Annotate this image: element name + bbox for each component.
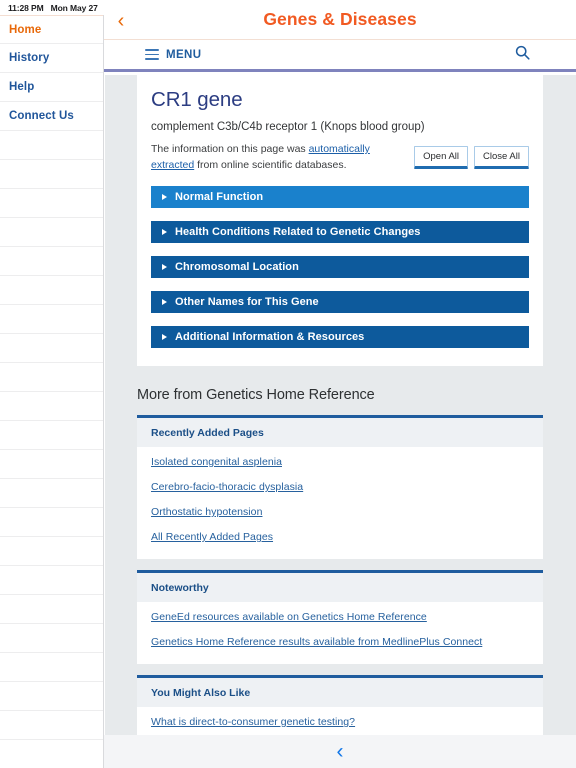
sidebar-empty-row [0,189,103,218]
block-heading: Recently Added Pages [137,418,543,448]
gene-card: CR1 gene complement C3b/C4b receptor 1 (… [137,75,543,367]
list-item[interactable]: What is direct-to-consumer genetic testi… [151,709,529,734]
list-item[interactable]: Orthostatic hypotension [151,499,529,524]
status-time: 11:28 PM [8,2,44,13]
sidebar-empty-row [0,682,103,711]
sidebar-empty-row [0,711,103,740]
sidebar-empty-row [0,508,103,537]
list-item[interactable]: Cerebro-facio-thoracic dysplasia [151,474,529,499]
info-suffix: from online scientific databases. [194,158,347,171]
sidebar: Home History Help Connect Us [0,15,104,768]
sidebar-empty-row [0,450,103,479]
block-heading: You Might Also Like [137,678,543,708]
accordion-label: Additional Information & Resources [175,331,365,344]
sidebar-item-label: Connect Us [9,110,74,122]
page-title: Genes & Diseases [263,9,417,29]
info-row: The information on this page was automat… [151,142,529,173]
status-bar-left: 11:28 PM Mon May 27 [8,3,98,13]
sidebar-item-home[interactable]: Home [0,15,103,44]
sidebar-empty-row [0,363,103,392]
close-all-button[interactable]: Close All [474,146,529,169]
info-prefix: The information on this page was [151,143,309,155]
sidebar-item-history[interactable]: History [0,44,103,73]
open-all-button[interactable]: Open All [414,146,469,169]
sidebar-empty-row [0,392,103,421]
sidebar-empty-row [0,334,103,363]
accordion-label: Normal Function [175,191,264,204]
gene-title: CR1 gene [151,88,243,111]
triangle-right-icon [162,194,167,201]
sidebar-empty-row [0,624,103,653]
block-you-might-also-like: You Might Also Like What is direct-to-co… [137,675,543,735]
sidebar-item-connect-us[interactable]: Connect Us [0,102,103,131]
triangle-right-icon [162,334,167,341]
app-header: ‹ Genes & Diseases [104,0,576,40]
sidebar-empty-row [0,160,103,189]
status-date: Mon May 27 [50,2,98,13]
more-from-heading: More from Genetics Home Reference [137,387,375,404]
accordion-health-conditions[interactable]: Health Conditions Related to Genetic Cha… [151,221,529,244]
triangle-right-icon [162,264,167,271]
sidebar-empty-row [0,218,103,247]
menu-bar: MENU [104,40,576,72]
sidebar-empty-row [0,131,103,160]
sidebar-empty-row [0,276,103,305]
accordion-list: Normal Function Health Conditions Relate… [151,186,529,349]
sidebar-empty-row [0,537,103,566]
chevron-left-icon[interactable]: ‹ [110,10,132,32]
block-recently-added-pages: Recently Added Pages Isolated congenital… [137,415,543,560]
block-link-list: GeneEd resources available on Genetics H… [137,602,543,664]
page-content: CR1 gene complement C3b/C4b receptor 1 (… [105,75,576,735]
accordion-normal-function[interactable]: Normal Function [151,186,529,209]
accordion-chromosomal-location[interactable]: Chromosomal Location [151,256,529,279]
list-item[interactable]: Genetics Home Reference results availabl… [151,629,529,654]
chevron-left-icon[interactable]: ‹ [337,741,344,762]
bottom-bar: ‹ [104,735,576,768]
sidebar-item-help[interactable]: Help [0,73,103,102]
menu-label: MENU [166,48,202,61]
accordion-additional-information[interactable]: Additional Information & Resources [151,326,529,349]
sidebar-item-label: History [9,52,50,64]
sidebar-item-label: Help [9,81,35,93]
sidebar-empty-rows [0,131,103,740]
sidebar-empty-row [0,595,103,624]
accordion-label: Other Names for This Gene [175,296,319,309]
hamburger-icon [145,49,159,60]
expand-controls: Open All Close All [414,142,529,169]
app-screen: 11:28 PM Mon May 27 15% Home History Hel… [0,0,576,768]
block-heading: Noteworthy [137,573,543,603]
sidebar-empty-row [0,479,103,508]
sidebar-empty-row [0,566,103,595]
menu-button[interactable]: MENU [145,49,201,61]
sidebar-empty-row [0,247,103,276]
list-item[interactable]: Isolated congenital asplenia [151,449,529,474]
triangle-right-icon [162,299,167,306]
block-link-list: What is direct-to-consumer genetic testi… [137,707,543,735]
sidebar-empty-row [0,305,103,334]
list-item[interactable]: GeneEd resources available on Genetics H… [151,604,529,629]
list-item[interactable]: All Recently Added Pages [151,524,529,549]
sidebar-empty-row [0,653,103,682]
accordion-label: Chromosomal Location [175,261,299,274]
triangle-right-icon [162,229,167,236]
block-link-list: Isolated congenital asplenia Cerebro-fac… [137,447,543,559]
info-text: The information on this page was automat… [151,142,414,173]
search-icon[interactable] [515,45,530,65]
sidebar-empty-row [0,421,103,450]
accordion-label: Health Conditions Related to Genetic Cha… [175,226,421,239]
block-noteworthy: Noteworthy GeneEd resources available on… [137,570,543,665]
accordion-other-names[interactable]: Other Names for This Gene [151,291,529,314]
gene-subtitle: complement C3b/C4b receptor 1 (Knops blo… [151,121,425,133]
sidebar-item-label: Home [9,23,42,36]
